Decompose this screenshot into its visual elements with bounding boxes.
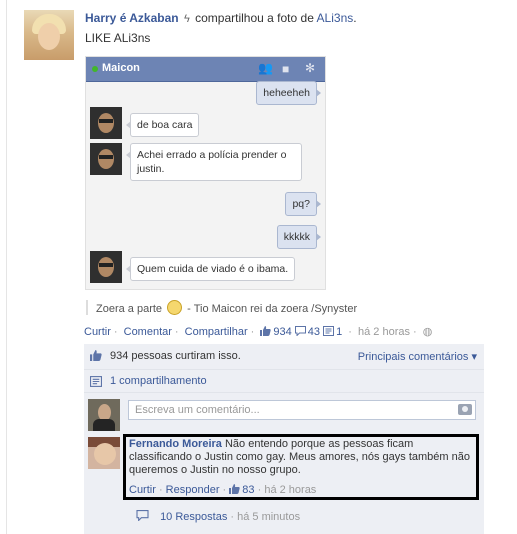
comment-button[interactable]: Comentar [124, 326, 172, 338]
reply-icon [136, 510, 149, 521]
share-icon [90, 376, 102, 387]
chat-contact-name: Maicon [102, 62, 140, 74]
comment-reply-button[interactable]: Responder [166, 484, 220, 496]
chat-message: heheeheh [256, 81, 321, 105]
replies-time: há 5 minutos [237, 511, 301, 523]
comment-meta: Curtir · Responder · 83 · há 2 horas [129, 484, 317, 496]
share-button[interactable]: Compartilhar [185, 326, 248, 338]
chat-message: Quem cuida de viado é o ibama. [125, 257, 296, 281]
post-subtitle: LIKE ALi3ns [85, 31, 151, 45]
bolt-icon: ϟ [183, 13, 190, 25]
chat-header: Maicon 👥 ■ ✻ [86, 57, 325, 82]
like-icon [260, 326, 272, 336]
comment-like-button[interactable]: Curtir [129, 484, 156, 496]
post-time[interactable]: há 2 horas [358, 326, 410, 338]
post-actor-link[interactable]: Harry é Azkaban [85, 11, 179, 25]
feedback-box: 934 pessoas curtiram isso. Principais co… [84, 344, 484, 534]
emoji-icon [167, 300, 183, 315]
feed-border [6, 0, 7, 534]
likes-row: 934 pessoas curtiram isso. Principais co… [84, 344, 484, 368]
likes-summary[interactable]: 934 pessoas curtiram isso. [110, 350, 241, 362]
add-friend-icon: 👥 [258, 61, 273, 75]
video-icon: ■ [282, 62, 290, 76]
chat-message: pq? [285, 192, 321, 216]
comment-input[interactable]: Escreva um comentário... [128, 400, 476, 420]
commenter-avatar[interactable] [88, 437, 120, 469]
replies-row: 10 Respostas · há 5 minutos [136, 510, 300, 523]
like-button[interactable]: Curtir [84, 326, 111, 338]
poster-avatar[interactable] [24, 10, 74, 60]
post-target-link[interactable]: ALi3ns [317, 11, 354, 25]
shares-summary[interactable]: 1 compartilhamento [110, 375, 207, 387]
post-action-text: compartilhou a foto de [195, 11, 314, 25]
write-comment-row: Escreva um comentário... [84, 392, 484, 431]
chat-avatar [90, 251, 122, 283]
viewer-avatar [88, 399, 120, 431]
photo-caption: Zoera a parte - Tio Maicon rei da zoera … [86, 300, 357, 315]
comments-count-link[interactable]: 43 [294, 326, 323, 338]
shares-row: 1 compartilhamento [84, 369, 484, 392]
comment-item: Fernando Moreira Não entendo porque as p… [84, 433, 484, 503]
like-icon [229, 484, 240, 494]
comment-time[interactable]: há 2 horas [264, 484, 316, 496]
globe-icon: ◍ [422, 326, 433, 338]
caption-suffix: - Tio Maicon rei da zoera /Synyster [187, 303, 358, 315]
shares-count-link[interactable]: 1 [323, 326, 345, 338]
shares-count: 1 [336, 326, 343, 338]
camera-icon[interactable] [458, 404, 472, 415]
caption-prefix: Zoera a parte [96, 303, 163, 315]
post-actions: Curtir · Comentar · Compartilhar · 934 43 1… [84, 326, 433, 338]
post-target-suffix: . [353, 11, 357, 25]
like-icon [90, 350, 102, 361]
online-dot-icon [92, 66, 98, 72]
share-icon [323, 326, 335, 336]
comments-count: 43 [307, 326, 321, 338]
comment-likes-link[interactable]: 83 [229, 484, 257, 496]
comment-author[interactable]: Fernando Moreira [129, 438, 222, 450]
chat-message: Achei errado a polícia prender o justin. [126, 143, 302, 181]
comment-body: Fernando Moreira Não entendo porque as p… [129, 438, 473, 477]
top-comments-dropdown[interactable]: Principais comentários ▾ [358, 350, 477, 363]
chat-avatar [90, 143, 122, 175]
chat-avatar [90, 107, 122, 139]
chat-message: kkkkk [276, 225, 322, 249]
post-headline: Harry é Azkaban ϟ compartilhou a foto de… [85, 11, 357, 25]
view-replies-link[interactable]: 10 Respostas [160, 511, 227, 523]
comment-likes-count: 83 [242, 484, 255, 496]
likes-count-link[interactable]: 934 [260, 326, 294, 338]
chat-message: de boa cara [125, 113, 200, 137]
shared-photo[interactable]: Maicon 👥 ■ ✻ heheeheh de boa cara Achei … [85, 56, 326, 290]
likes-count: 934 [273, 326, 292, 338]
gear-icon: ✻ [305, 61, 316, 75]
comment-icon [294, 326, 306, 336]
